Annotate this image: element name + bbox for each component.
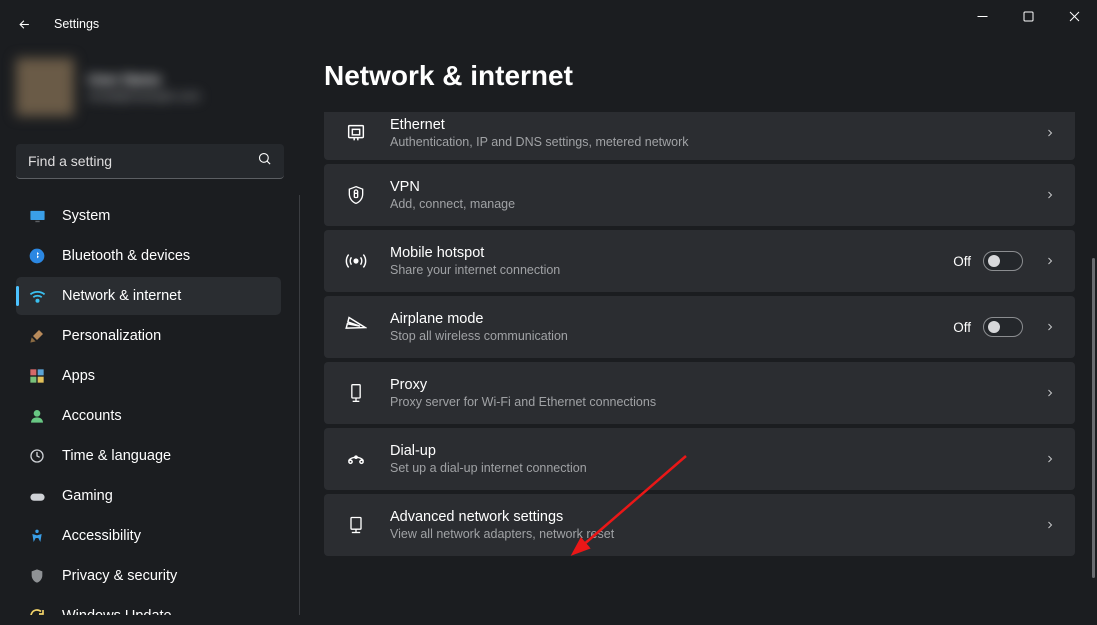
sidebar-item-privacy-security[interactable]: Privacy & security	[16, 557, 281, 595]
update-icon	[28, 607, 46, 615]
setting-title: Dial-up	[390, 443, 1035, 459]
sidebar-label: Accessibility	[62, 528, 141, 544]
airplane-icon	[344, 315, 368, 339]
setting-airplane-mode[interactable]: Airplane mode Stop all wireless communic…	[324, 296, 1075, 358]
setting-subtitle: Authentication, IP and DNS settings, met…	[390, 135, 1035, 149]
clock-globe-icon	[28, 447, 46, 465]
close-button[interactable]	[1051, 0, 1097, 32]
wifi-icon	[28, 287, 46, 305]
sidebar-label: Accounts	[62, 408, 122, 424]
pc-icon	[344, 513, 368, 537]
user-block[interactable]: User Name email@example.com	[0, 48, 300, 124]
ethernet-icon	[344, 121, 368, 145]
hotspot-icon	[344, 249, 368, 273]
airplane-mode-toggle[interactable]	[983, 317, 1023, 337]
brush-icon	[28, 327, 46, 345]
sidebar-item-personalization[interactable]: Personalization	[16, 317, 281, 355]
chevron-right-icon	[1043, 188, 1057, 202]
chevron-right-icon	[1043, 386, 1057, 400]
chevron-right-icon	[1043, 518, 1057, 532]
user-email: email@example.com	[88, 89, 200, 103]
shield-icon	[28, 567, 46, 585]
setting-mobile-hotspot[interactable]: Mobile hotspot Share your internet conne…	[324, 230, 1075, 292]
back-button[interactable]	[14, 14, 34, 34]
sidebar-item-apps[interactable]: Apps	[16, 357, 281, 395]
person-icon	[28, 407, 46, 425]
sidebar-item-gaming[interactable]: Gaming	[16, 477, 281, 515]
setting-subtitle: Stop all wireless communication	[390, 329, 953, 343]
setting-vpn[interactable]: VPN Add, connect, manage	[324, 164, 1075, 226]
page-title: Network & internet	[324, 48, 1097, 112]
user-name: User Name	[88, 71, 200, 87]
maximize-button[interactable]	[1005, 0, 1051, 32]
sidebar-nav: System Bluetooth & devices Network & int…	[0, 195, 300, 615]
chevron-right-icon	[1043, 126, 1057, 140]
sidebar-label: Privacy & security	[62, 568, 177, 584]
setting-advanced-network-settings[interactable]: Advanced network settings View all netwo…	[324, 494, 1075, 556]
setting-subtitle: Add, connect, manage	[390, 197, 1035, 211]
apps-icon	[28, 367, 46, 385]
monitor-icon	[28, 207, 46, 225]
sidebar-item-network-internet[interactable]: Network & internet	[16, 277, 281, 315]
setting-title: VPN	[390, 179, 1035, 195]
setting-ethernet[interactable]: Ethernet Authentication, IP and DNS sett…	[324, 112, 1075, 160]
mobile-hotspot-toggle[interactable]	[983, 251, 1023, 271]
sidebar-item-time-language[interactable]: Time & language	[16, 437, 281, 475]
setting-title: Mobile hotspot	[390, 245, 953, 261]
sidebar-label: Network & internet	[62, 288, 181, 304]
bluetooth-icon	[28, 247, 46, 265]
sidebar-item-system[interactable]: System	[16, 197, 281, 235]
accessibility-icon	[28, 527, 46, 545]
avatar	[16, 58, 74, 116]
gamepad-icon	[28, 487, 46, 505]
setting-title: Proxy	[390, 377, 1035, 393]
setting-subtitle: Proxy server for Wi-Fi and Ethernet conn…	[390, 395, 1035, 409]
scrollbar[interactable]	[1092, 258, 1095, 578]
chevron-right-icon	[1043, 254, 1057, 268]
sidebar-item-bluetooth-devices[interactable]: Bluetooth & devices	[16, 237, 281, 275]
vpn-shield-icon	[344, 183, 368, 207]
setting-subtitle: View all network adapters, network reset	[390, 527, 1035, 541]
toggle-state-label: Off	[953, 320, 971, 335]
chevron-right-icon	[1043, 452, 1057, 466]
dialup-icon	[344, 447, 368, 471]
setting-dial-up[interactable]: Dial-up Set up a dial-up internet connec…	[324, 428, 1075, 490]
setting-title: Advanced network settings	[390, 509, 1035, 525]
sidebar-label: Time & language	[62, 448, 171, 464]
window-title: Settings	[54, 17, 99, 31]
setting-title: Ethernet	[390, 117, 1035, 133]
setting-proxy[interactable]: Proxy Proxy server for Wi-Fi and Etherne…	[324, 362, 1075, 424]
proxy-icon	[344, 381, 368, 405]
sidebar-label: Bluetooth & devices	[62, 248, 190, 264]
setting-subtitle: Set up a dial-up internet connection	[390, 461, 1035, 475]
toggle-state-label: Off	[953, 254, 971, 269]
search-box[interactable]	[16, 144, 284, 179]
search-input[interactable]	[28, 153, 257, 169]
minimize-button[interactable]	[959, 0, 1005, 32]
sidebar-item-accessibility[interactable]: Accessibility	[16, 517, 281, 555]
sidebar-label: Windows Update	[62, 608, 172, 615]
sidebar-item-accounts[interactable]: Accounts	[16, 397, 281, 435]
setting-title: Airplane mode	[390, 311, 953, 327]
sidebar-label: Gaming	[62, 488, 113, 504]
setting-subtitle: Share your internet connection	[390, 263, 953, 277]
sidebar-label: Personalization	[62, 328, 161, 344]
search-icon	[257, 151, 272, 171]
chevron-right-icon	[1043, 320, 1057, 334]
sidebar-label: System	[62, 208, 110, 224]
sidebar-item-windows-update[interactable]: Windows Update	[16, 597, 281, 615]
sidebar-label: Apps	[62, 368, 95, 384]
